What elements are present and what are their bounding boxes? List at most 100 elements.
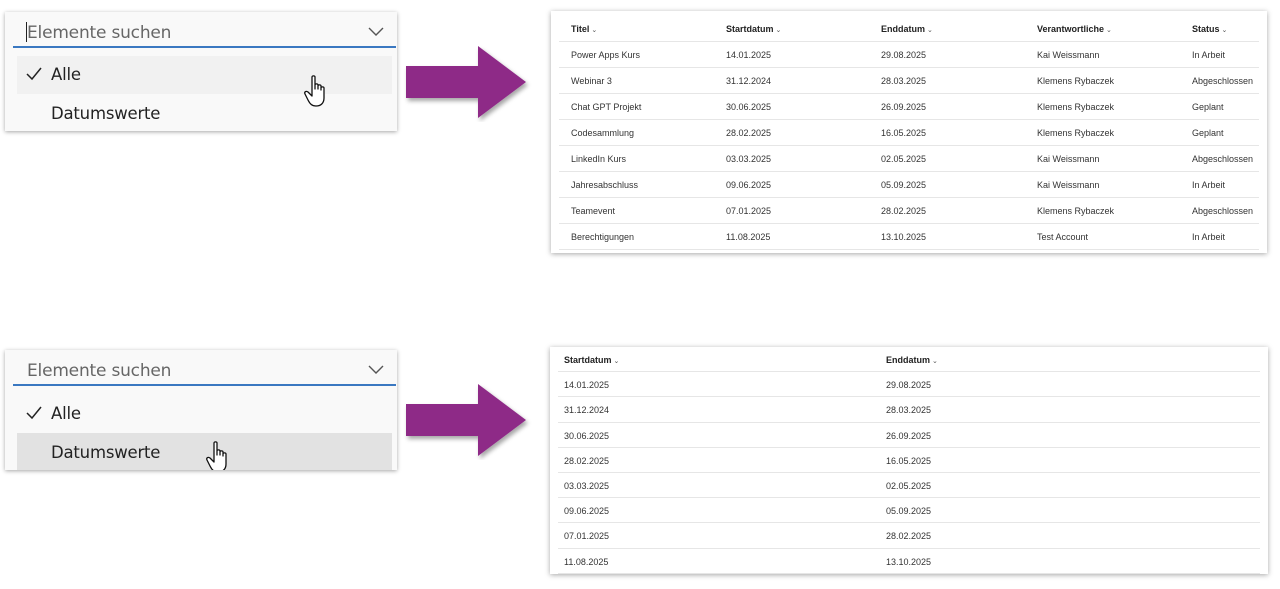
- table-cell: 02.05.2025: [881, 154, 927, 164]
- table-cell: 31.12.2024: [564, 405, 610, 416]
- search-placeholder: Elemente suchen: [27, 361, 172, 381]
- result-table-date-columns: Startdatum ⌄ Enddatum ⌄ 14.01.2025 29.08.2025…: [550, 347, 1268, 574]
- sort-chevron-icon[interactable]: ⌄: [1222, 27, 1228, 34]
- table-row[interactable]: Power Apps Kurs 14.01.2025 29.08.2025 Kai W…: [559, 42, 1259, 68]
- sort-chevron-icon[interactable]: ⌄: [614, 358, 620, 365]
- table-cell: In Arbeit: [1192, 180, 1226, 190]
- table-cell: 03.03.2025: [564, 481, 610, 491]
- table-cell: 28.02.2025: [881, 206, 927, 216]
- table-cell: 05.09.2025: [881, 180, 927, 190]
- option-alle[interactable]: Alle: [17, 395, 392, 433]
- table-row[interactable]: Berechtigungen 11.08.2025 13.10.2025 Test A…: [559, 224, 1259, 250]
- table-cell: 30.06.2025: [564, 430, 610, 441]
- table-cell: 30.06.2025: [726, 102, 772, 112]
- sort-chevron-icon[interactable]: ⌄: [1106, 27, 1112, 34]
- table-cell: 11.08.2025: [564, 556, 609, 567]
- column-header[interactable]: Verantwortliche ⌄: [1037, 16, 1112, 44]
- table-cell: Klemens Rybaczek: [1037, 102, 1115, 112]
- option-label: Datumswerte: [51, 104, 161, 123]
- arrow-right-icon: [406, 46, 526, 118]
- result-table-all-columns: Titel ⌄ Startdatum ⌄ Enddatum ⌄ Verantwortlich…: [551, 11, 1267, 253]
- table-cell: Jahresabschluss: [571, 180, 639, 190]
- search-input[interactable]: Elemente suchen: [13, 16, 396, 48]
- option-label: Alle: [51, 404, 81, 423]
- table-row[interactable]: 03.03.2025 02.05.2025: [558, 473, 1260, 499]
- table-row[interactable]: Jahresabschluss 09.06.2025 05.09.2025 Kai W…: [559, 172, 1259, 198]
- table-row[interactable]: 31.12.2024 28.03.2025: [558, 397, 1260, 423]
- table-cell: In Arbeit: [1192, 50, 1226, 60]
- option-alle[interactable]: Alle: [17, 56, 392, 94]
- table-cell: 29.08.2025: [886, 380, 932, 391]
- table-cell: Klemens Rybaczek: [1037, 206, 1115, 216]
- table-cell: Kai Weissmann: [1037, 180, 1100, 190]
- chevron-down-icon[interactable]: [368, 25, 384, 37]
- table-row[interactable]: Codesammlung 28.02.2025 16.05.2025 Klemens …: [559, 120, 1259, 146]
- table-row[interactable]: 28.02.2025 16.05.2025: [558, 448, 1260, 473]
- table-row[interactable]: 09.06.2025 05.09.2025: [558, 498, 1260, 524]
- column-header[interactable]: Startdatum ⌄: [564, 347, 619, 375]
- table-header-row: Startdatum ⌄ Enddatum ⌄: [558, 347, 1260, 375]
- column-header-label: Startdatum: [726, 24, 774, 34]
- table-cell: Chat GPT Projekt: [571, 102, 642, 112]
- table-cell: 14.01.2025: [726, 50, 772, 60]
- table-cell: Berechtigungen: [571, 232, 635, 242]
- search-placeholder: Elemente suchen: [27, 23, 172, 43]
- column-header[interactable]: Enddatum ⌄: [881, 16, 933, 44]
- table-cell: In Arbeit: [1192, 232, 1226, 242]
- table-cell: 28.03.2025: [881, 76, 927, 86]
- table-cell: 16.05.2025: [881, 128, 927, 138]
- table-cell: 07.01.2025: [564, 531, 610, 542]
- table-cell: 14.01.2025: [564, 380, 610, 391]
- table-row[interactable]: Teamevent 07.01.2025 28.02.2025 Klemens Ryb…: [559, 198, 1259, 224]
- table-cell: Geplant: [1192, 102, 1224, 112]
- table-cell: LinkedIn Kurs: [571, 154, 627, 164]
- table-row[interactable]: Webinar 3 31.12.2024 28.03.2025 Klemens Ryb…: [559, 68, 1259, 94]
- table-row[interactable]: 14.01.2025 29.08.2025: [558, 372, 1260, 398]
- table-cell: 28.02.2025: [726, 128, 772, 138]
- table-row[interactable]: LinkedIn Kurs 03.03.2025 02.05.2025 Kai Wei…: [559, 146, 1259, 172]
- table-cell: 02.05.2025: [886, 481, 932, 491]
- table-row[interactable]: 11.08.2025 13.10.2025: [558, 549, 1260, 574]
- arrow-right-icon: [406, 384, 526, 456]
- table-cell: Test Account: [1037, 232, 1089, 242]
- column-header[interactable]: Enddatum ⌄: [886, 347, 938, 375]
- table-cell: 26.09.2025: [881, 102, 927, 112]
- table-row[interactable]: 07.01.2025 28.02.2025: [558, 523, 1260, 549]
- column-header[interactable]: Status ⌄: [1192, 16, 1227, 44]
- column-header-label: Status: [1192, 24, 1220, 34]
- column-header-label: Verantwortliche: [1037, 24, 1105, 34]
- table-cell: Webinar 3: [571, 76, 612, 86]
- sort-chevron-icon[interactable]: ⌄: [927, 27, 933, 34]
- checkmark-icon: [26, 67, 42, 81]
- column-header-label: Titel: [571, 24, 590, 34]
- table-cell: Power Apps Kurs: [571, 50, 641, 60]
- sort-chevron-icon[interactable]: ⌄: [776, 27, 782, 34]
- option-label: Datumswerte: [51, 443, 161, 462]
- chevron-down-icon[interactable]: [368, 363, 384, 375]
- table-row[interactable]: Chat GPT Projekt 30.06.2025 26.09.2025 Klem…: [559, 94, 1259, 120]
- table-cell: 29.08.2025: [881, 50, 927, 60]
- column-header-label: Enddatum: [881, 24, 925, 34]
- tutorial-stage: Elemente suchen Alle Datumswerte Element…: [0, 0, 1280, 589]
- table-cell: Abgeschlossen: [1192, 76, 1254, 86]
- sort-chevron-icon[interactable]: ⌄: [591, 27, 597, 34]
- hand-cursor-icon: [304, 75, 325, 107]
- table-cell: 28.02.2025: [564, 455, 610, 466]
- table-cell: 05.09.2025: [886, 506, 932, 517]
- column-header-label: Enddatum: [886, 355, 930, 365]
- option-datumswerte[interactable]: Datumswerte: [17, 95, 392, 133]
- table-row[interactable]: 30.06.2025 26.09.2025: [558, 423, 1260, 448]
- search-input[interactable]: Elemente suchen: [13, 354, 396, 386]
- table-cell: 16.05.2025: [886, 455, 932, 466]
- option-label: Alle: [51, 65, 81, 84]
- table-cell: 09.06.2025: [726, 180, 772, 190]
- table-cell: Teamevent: [571, 206, 616, 216]
- hand-cursor-icon: [206, 441, 227, 470]
- checkmark-icon: [26, 406, 42, 420]
- column-header[interactable]: Titel ⌄: [571, 16, 597, 44]
- column-header[interactable]: Startdatum ⌄: [726, 16, 781, 44]
- table-cell: Codesammlung: [571, 128, 635, 138]
- sort-chevron-icon[interactable]: ⌄: [932, 358, 938, 365]
- filter-dropdown-all: Elemente suchen Alle Datumswerte: [5, 12, 397, 131]
- table-cell: Kai Weissmann: [1037, 50, 1100, 60]
